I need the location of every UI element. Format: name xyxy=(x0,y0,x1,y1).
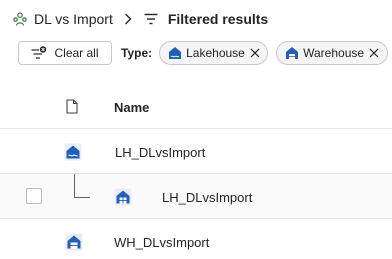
table-row[interactable]: LH_DLvsImport xyxy=(0,174,392,219)
items-table: Name LH_DLvsImport LH_DLvsImport WH_DLvs… xyxy=(0,84,392,259)
sql-endpoint-icon xyxy=(114,188,132,206)
table-header: Name xyxy=(0,84,392,129)
warehouse-icon xyxy=(65,233,83,251)
filter-lines-icon xyxy=(144,13,158,25)
filter-bar: Clear all Type: Lakehouse Warehouse xyxy=(18,40,389,66)
document-icon[interactable] xyxy=(66,99,78,114)
warehouse-icon xyxy=(285,46,299,60)
chip-lakehouse-label: Lakehouse xyxy=(186,46,245,60)
clear-all-label: Clear all xyxy=(54,46,99,60)
breadcrumb-workspace-link[interactable]: DL vs Import xyxy=(34,11,113,27)
lakehouse-icon xyxy=(64,143,82,161)
lakehouse-icon xyxy=(168,46,182,60)
close-icon[interactable] xyxy=(369,48,379,58)
item-name-link[interactable]: LH_DLvsImport xyxy=(162,190,252,205)
breadcrumb-current: Filtered results xyxy=(167,11,269,27)
column-header-name[interactable]: Name xyxy=(114,100,149,115)
filtered-results-page: DL vs Import Filtered results Clear all … xyxy=(0,0,392,259)
item-name-link[interactable]: WH_DLvsImport xyxy=(114,235,209,250)
breadcrumb: DL vs Import Filtered results xyxy=(12,8,268,30)
clear-all-button[interactable]: Clear all xyxy=(18,41,112,65)
tree-connector xyxy=(74,174,90,198)
workspace-people-icon xyxy=(12,11,28,27)
table-row[interactable]: LH_DLvsImport xyxy=(0,129,392,174)
row-checkbox[interactable] xyxy=(26,188,42,204)
close-icon[interactable] xyxy=(250,48,260,58)
chip-warehouse[interactable]: Warehouse xyxy=(276,41,389,65)
chip-warehouse-label: Warehouse xyxy=(303,46,365,60)
item-name-link[interactable]: LH_DLvsImport xyxy=(115,145,205,160)
chevron-right-icon xyxy=(124,13,134,25)
chip-lakehouse[interactable]: Lakehouse xyxy=(159,41,269,65)
clear-filter-icon xyxy=(31,46,47,60)
type-filter-label: Type: xyxy=(121,46,153,60)
table-row[interactable]: WH_DLvsImport xyxy=(0,219,392,259)
